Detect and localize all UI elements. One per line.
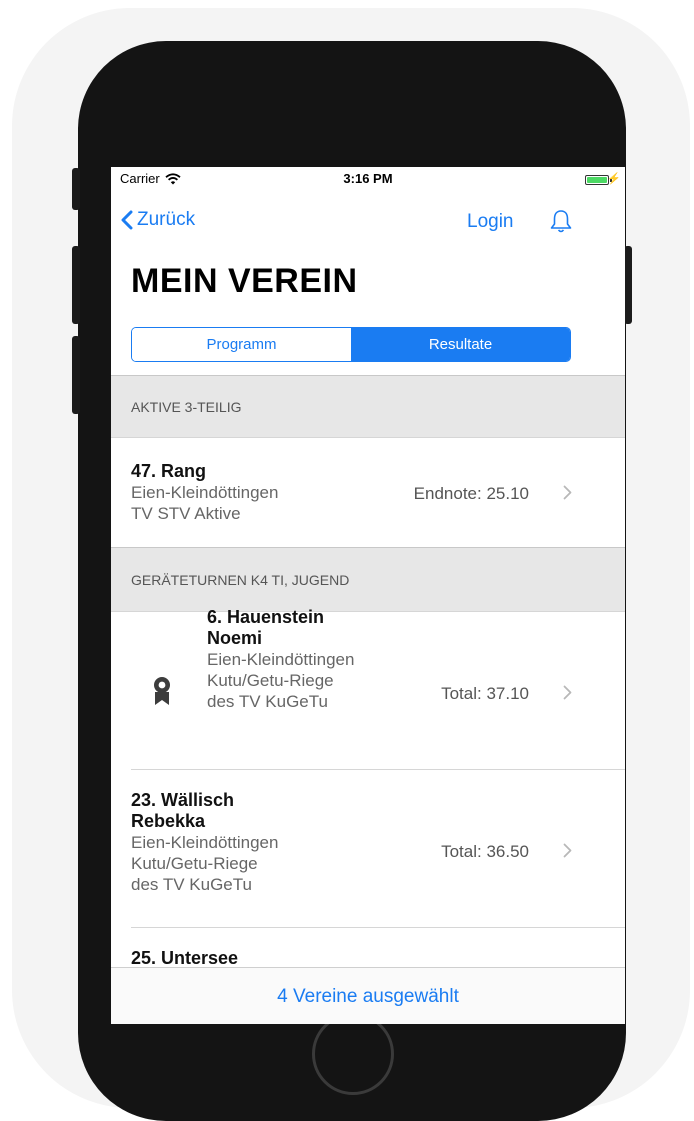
mute-switch	[72, 168, 80, 210]
tab-resultate[interactable]: Resultate	[351, 328, 570, 361]
row-team-line2: des TV KuGeTu	[131, 875, 252, 894]
bell-icon[interactable]	[549, 209, 573, 235]
battery-icon	[585, 175, 609, 185]
charging-icon: ⚡	[607, 173, 621, 185]
app-screen: Carrier 3:16 PM ⚡ Zurück Login MEIN VERE…	[111, 167, 625, 1024]
result-row-hauenstein[interactable]: 6. Hauenstein Noemi Eien-Kleindöttingen …	[111, 607, 625, 770]
chevron-right-icon	[563, 485, 572, 500]
clubs-selected-button[interactable]: 4 Vereine ausgewählt	[111, 967, 625, 1024]
row-name-line2: Rebekka	[131, 811, 206, 831]
result-row-rang-47[interactable]: 47. Rang Eien-Kleindöttingen TV STV Akti…	[111, 437, 625, 548]
power-button	[624, 246, 632, 324]
row-club: Eien-Kleindöttingen	[131, 833, 279, 852]
section-header-geraeteturnen: GERÄTETURNEN K4 TI, JUGEND	[111, 547, 625, 611]
back-button[interactable]: Zurück	[121, 209, 195, 231]
row-club: Eien-Kleindöttingen	[131, 483, 279, 502]
row-divider	[131, 927, 625, 928]
login-button[interactable]: Login	[467, 211, 514, 233]
row-team: TV STV Aktive	[131, 504, 241, 523]
chevron-right-icon	[563, 843, 572, 858]
volume-down-button	[72, 336, 80, 414]
row-score: Endnote: 25.10	[413, 484, 529, 503]
page-title: MEIN VEREIN	[131, 262, 358, 300]
row-team-line2: des TV KuGeTu	[207, 692, 328, 711]
home-button[interactable]	[312, 1013, 394, 1095]
row-score: Total: 36.50	[441, 842, 529, 861]
row-club: Eien-Kleindöttingen	[207, 650, 355, 669]
chevron-left-icon	[121, 210, 133, 230]
row-name-line1: 25. Untersee	[131, 948, 239, 968]
row-team-line1: Kutu/Getu-Riege	[207, 671, 334, 690]
award-ribbon-icon	[154, 677, 170, 705]
chevron-right-icon	[563, 685, 572, 700]
status-bar: Carrier 3:16 PM ⚡	[111, 167, 625, 191]
navigation-bar: Zurück Login	[111, 205, 625, 241]
section-header-aktive: AKTIVE 3-TEILIG	[111, 375, 625, 437]
result-row-untersee[interactable]: 25. Untersee	[111, 929, 625, 969]
row-name-line2: Noemi	[207, 628, 263, 648]
segmented-control: Programm Resultate	[131, 327, 571, 362]
back-label: Zurück	[137, 209, 196, 230]
result-row-waellisch[interactable]: 23. Wällisch Rebekka Eien-Kleindöttingen…	[111, 770, 625, 928]
status-time: 3:16 PM	[343, 171, 393, 186]
row-team-line1: Kutu/Getu-Riege	[131, 854, 258, 873]
row-name-line1: 6. Hauenstein	[207, 607, 325, 627]
row-score: Total: 37.10	[441, 684, 529, 703]
volume-up-button	[72, 246, 80, 324]
tab-programm[interactable]: Programm	[132, 328, 351, 361]
row-name-line1: 23. Wällisch	[131, 790, 235, 810]
row-name: 47. Rang	[131, 461, 207, 481]
